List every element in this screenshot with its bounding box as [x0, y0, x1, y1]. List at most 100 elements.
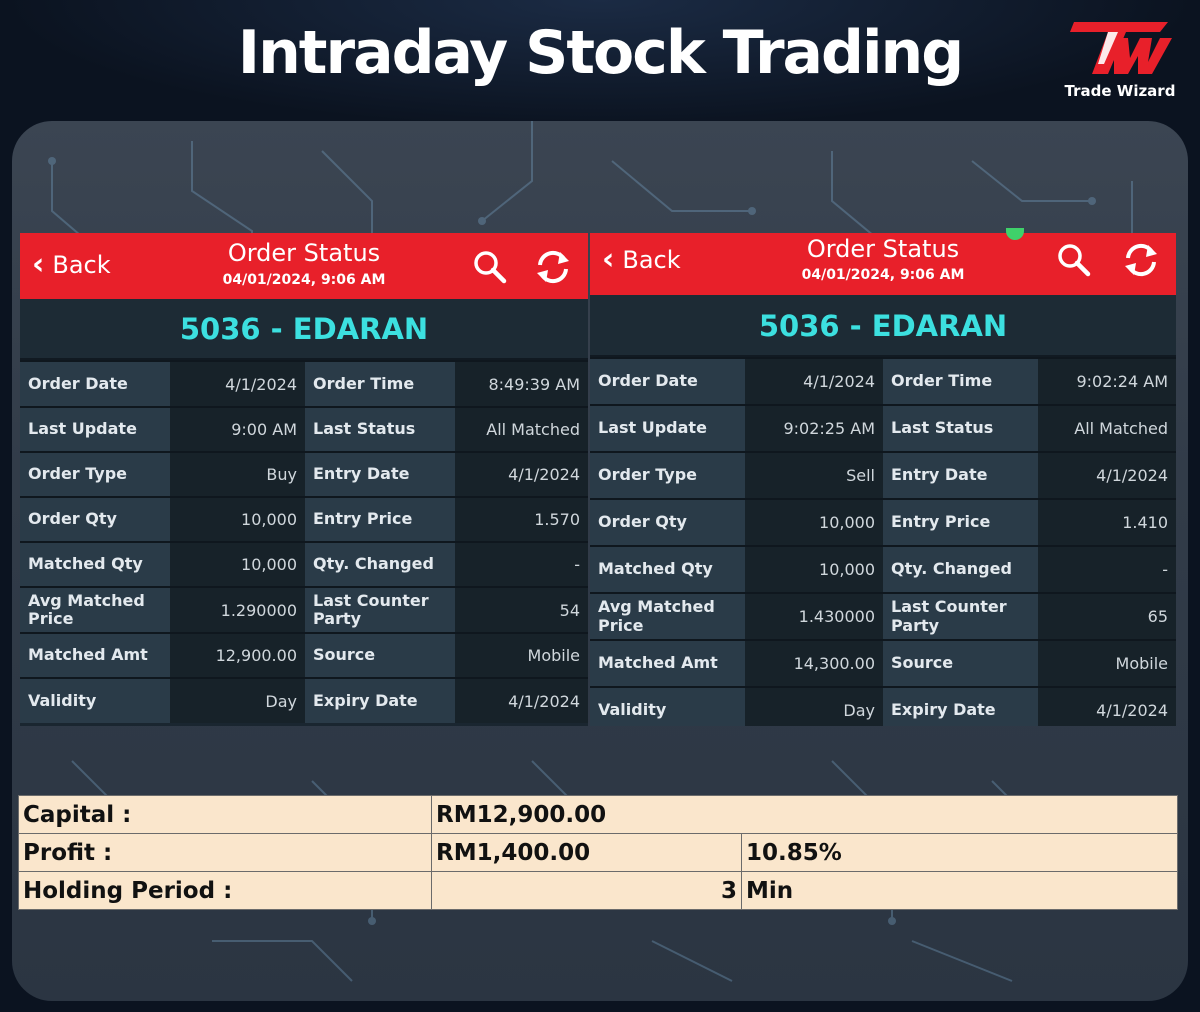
field-label: Order Time	[305, 362, 455, 406]
field-label: Order Date	[20, 362, 170, 406]
field-value: 4/1/2024	[455, 453, 588, 496]
order-detail-row: Order Type Buy Entry Date 4/1/2024	[20, 451, 588, 496]
field-label: Validity	[590, 688, 745, 726]
field-label: Order Type	[590, 453, 745, 498]
field-value: Day	[745, 688, 883, 726]
field-value: 4/1/2024	[170, 362, 305, 406]
field-value: 4/1/2024	[745, 359, 883, 404]
logo-mark-icon	[1070, 22, 1172, 74]
field-value: 4/1/2024	[1038, 453, 1176, 498]
capital-label: Capital :	[18, 795, 432, 834]
field-label: Last Counter Party	[883, 594, 1038, 639]
order-details-grid: Order Date 4/1/2024 Order Time 8:49:39 AM La…	[20, 360, 588, 723]
field-label: Entry Price	[883, 500, 1038, 545]
page-title: Intraday Stock Trading	[237, 18, 964, 88]
trade-summary-table: Capital : RM12,900.00 Profit : RM1,400.0…	[18, 795, 1178, 910]
holding-period-unit: Min	[741, 871, 1178, 910]
field-value: 12,900.00	[170, 634, 305, 677]
field-value: Day	[170, 679, 305, 723]
search-icon[interactable]	[1056, 242, 1092, 278]
field-label: Last Update	[590, 406, 745, 451]
profit-percentage: 10.85%	[741, 833, 1178, 872]
field-label: Avg Matched Price	[20, 588, 170, 632]
field-label: Last Status	[305, 408, 455, 451]
field-label: Last Counter Party	[305, 588, 455, 632]
field-value: All Matched	[455, 408, 588, 451]
field-label: Matched Amt	[20, 634, 170, 677]
field-label: Matched Qty	[590, 547, 745, 592]
field-label: Order Type	[20, 453, 170, 496]
order-detail-row: Matched Amt 14,300.00 Source Mobile	[590, 639, 1176, 686]
field-label: Entry Price	[305, 498, 455, 541]
profit-value: RM1,400.00	[431, 833, 742, 872]
summary-row-profit: Profit : RM1,400.00 10.85%	[18, 833, 1178, 872]
order-detail-row: Matched Qty 10,000 Qty. Changed -	[590, 545, 1176, 592]
order-status-header: ‹ Back Order Status 04/01/2024, 9:06 AM	[590, 233, 1176, 295]
order-detail-row: Avg Matched Price 1.430000 Last Counter Pa…	[590, 592, 1176, 639]
field-value: 1.430000	[745, 594, 883, 639]
field-label: Order Time	[883, 359, 1038, 404]
field-label: Matched Amt	[590, 641, 745, 686]
order-detail-row: Last Update 9:00 AM Last Status All Matched	[20, 406, 588, 451]
field-value: 4/1/2024	[455, 679, 588, 723]
search-icon[interactable]	[472, 249, 508, 285]
field-value: Buy	[170, 453, 305, 496]
field-label: Entry Date	[883, 453, 1038, 498]
field-value: All Matched	[1038, 406, 1176, 451]
refresh-icon[interactable]	[1122, 242, 1160, 278]
summary-row-holding-period: Holding Period : 3 Min	[18, 871, 1178, 910]
field-label: Matched Qty	[20, 543, 170, 586]
profit-label: Profit :	[18, 833, 432, 872]
field-label: Order Qty	[590, 500, 745, 545]
order-detail-row: Matched Qty 10,000 Qty. Changed -	[20, 541, 588, 586]
field-value: -	[1038, 547, 1176, 592]
field-value: 10,000	[745, 500, 883, 545]
field-value: 1.290000	[170, 588, 305, 632]
field-label: Validity	[20, 679, 170, 723]
field-value: 54	[455, 588, 588, 632]
field-label: Entry Date	[305, 453, 455, 496]
field-value: 4/1/2024	[1038, 688, 1176, 726]
trade-wizard-logo: Trade Wizard	[1060, 18, 1180, 108]
order-status-screen-sell: ‹ Back Order Status 04/01/2024, 9:06 AM …	[590, 233, 1176, 726]
field-value: Mobile	[1038, 641, 1176, 686]
field-label: Order Date	[590, 359, 745, 404]
field-value: 8:49:39 AM	[455, 362, 588, 406]
field-label: Avg Matched Price	[590, 594, 745, 639]
field-value: 1.410	[1038, 500, 1176, 545]
capital-value: RM12,900.00	[431, 795, 1178, 834]
order-detail-row: Matched Amt 12,900.00 Source Mobile	[20, 632, 588, 677]
order-status-header: ‹ Back Order Status 04/01/2024, 9:06 AM	[20, 233, 588, 299]
field-value: 10,000	[745, 547, 883, 592]
field-value: 1.570	[455, 498, 588, 541]
order-detail-row: Order Date 4/1/2024 Order Time 9:02:24 AM	[590, 357, 1176, 404]
order-detail-row: Order Qty 10,000 Entry Price 1.570	[20, 496, 588, 541]
refresh-icon[interactable]	[534, 249, 572, 285]
order-status-screen-buy: ‹ Back Order Status 04/01/2024, 9:06 AM …	[20, 233, 588, 726]
field-value: 9:00 AM	[170, 408, 305, 451]
order-detail-row: Order Type Sell Entry Date 4/1/2024	[590, 451, 1176, 498]
field-value: 65	[1038, 594, 1176, 639]
field-label: Last Status	[883, 406, 1038, 451]
field-value: 9:02:24 AM	[1038, 359, 1176, 404]
field-value: Sell	[745, 453, 883, 498]
order-detail-row: Order Date 4/1/2024 Order Time 8:49:39 AM	[20, 360, 588, 406]
order-detail-row: Order Qty 10,000 Entry Price 1.410	[590, 498, 1176, 545]
field-label: Order Qty	[20, 498, 170, 541]
field-value: 10,000	[170, 543, 305, 586]
field-label: Expiry Date	[305, 679, 455, 723]
field-value: Mobile	[455, 634, 588, 677]
order-detail-row: Last Update 9:02:25 AM Last Status All Matc…	[590, 404, 1176, 451]
stock-name: 5036 - EDARAN	[20, 299, 588, 360]
holding-period-value: 3	[431, 871, 742, 910]
field-label: Qty. Changed	[305, 543, 455, 586]
summary-row-capital: Capital : RM12,900.00	[18, 795, 1178, 834]
logo-text: Trade Wizard	[1064, 82, 1176, 100]
order-detail-row: Validity Day Expiry Date 4/1/2024	[20, 677, 588, 723]
field-value: -	[455, 543, 588, 586]
stock-name: 5036 - EDARAN	[590, 295, 1176, 357]
field-label: Source	[305, 634, 455, 677]
field-label: Last Update	[20, 408, 170, 451]
field-value: 10,000	[170, 498, 305, 541]
field-value: 14,300.00	[745, 641, 883, 686]
